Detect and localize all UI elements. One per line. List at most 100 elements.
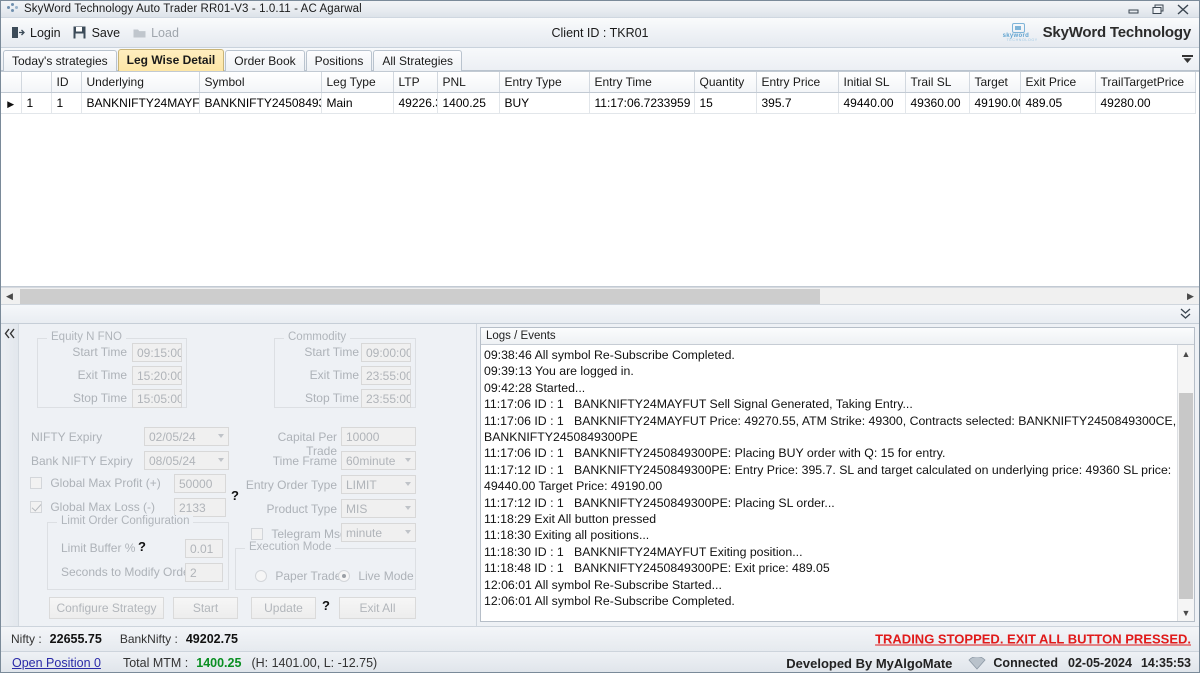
restore-icon[interactable] — [1150, 2, 1166, 17]
col-trail-sl[interactable]: Trail SL — [905, 72, 970, 93]
vscroll-thumb[interactable] — [1179, 393, 1193, 599]
col-id[interactable]: ID — [51, 72, 82, 93]
nifty-expiry-label: NIFTY Expiry — [31, 430, 103, 444]
log-line: 11:18:30 Exiting all positions... — [484, 528, 650, 543]
chevron-down-icon — [405, 482, 411, 486]
title-bar: SkyWord Technology Auto Trader RR01-V3 -… — [1, 1, 1199, 18]
checkbox-box — [30, 477, 42, 489]
start-button[interactable]: Start — [173, 597, 238, 619]
col-target[interactable]: Target — [969, 72, 1021, 93]
tab-todays-strategies[interactable]: Today's strategies — [3, 50, 117, 71]
leg-wise-detail-grid[interactable]: ID Underlying Symbol Leg Type LTP PNL En… — [1, 71, 1199, 287]
chevron-down-icon[interactable] — [1182, 53, 1193, 67]
chevron-double-down-icon[interactable] — [1180, 308, 1191, 323]
time-frame-label: Time Frame — [272, 454, 337, 468]
equity-stop-time-input[interactable]: 15:05:00 — [132, 389, 182, 408]
update-help-icon[interactable]: ? — [322, 598, 330, 613]
tab-leg-wise-detail[interactable]: Leg Wise Detail — [117, 49, 225, 71]
tab-order-book[interactable]: Order Book — [225, 50, 305, 71]
limit-buffer-label: Limit Buffer % — [61, 541, 136, 555]
log-line: 11:18:48 ID : 1 BANKNIFTY2450849300PE: E… — [484, 561, 830, 576]
table-row[interactable]: ▶ 1 1 BANKNIFTY24MAYFUT BANKNIFTY2450849… — [1, 92, 1196, 114]
load-button[interactable]: Load — [128, 23, 187, 43]
logs-vertical-scrollbar[interactable]: ▲ ▼ — [1177, 345, 1194, 621]
telegram-msg-checkbox[interactable]: Telegram Msg — [251, 527, 347, 541]
paper-trade-label: Paper Trade — [275, 569, 342, 583]
window-controls — [1125, 1, 1197, 18]
col-leg-type[interactable]: Leg Type — [321, 72, 394, 93]
hscroll-track[interactable] — [18, 287, 1182, 305]
live-mode-radio[interactable]: Live Mode — [338, 569, 414, 583]
global-max-profit-input[interactable]: 50000 — [174, 474, 226, 493]
login-icon — [11, 26, 25, 40]
update-button[interactable]: Update — [251, 597, 316, 619]
col-entry-time[interactable]: Entry Time — [589, 72, 695, 93]
live-mode-label: Live Mode — [358, 569, 414, 583]
log-line: 12:06:01 All symbol Re-Subscribe Started… — [484, 577, 722, 592]
col-pnl[interactable]: PNL — [437, 72, 500, 93]
col-trail-target-price[interactable]: TrailTargetPrice — [1095, 72, 1196, 93]
col-exit-price[interactable]: Exit Price — [1020, 72, 1096, 93]
paper-trade-radio[interactable]: Paper Trade — [255, 569, 341, 583]
tab-all-strategies[interactable]: All Strategies — [373, 50, 463, 71]
limit-buffer-help-icon[interactable]: ? — [138, 539, 146, 554]
banknifty-expiry-select[interactable]: 08/05/24 — [144, 451, 229, 470]
seconds-modify-input[interactable]: 2 — [185, 563, 223, 582]
strategy-configuration-panel: Equity N FNO Start Time 09:15:00 Exit Ti… — [19, 324, 477, 626]
col-initial-sl[interactable]: Initial SL — [838, 72, 906, 93]
collapse-config-panel-button[interactable] — [1, 324, 19, 626]
col-entry-type[interactable]: Entry Type — [499, 72, 590, 93]
limit-buffer-input[interactable]: 0.01 — [185, 539, 223, 558]
nifty-expiry-select[interactable]: 02/05/24 — [144, 427, 229, 446]
time-frame-select[interactable]: 60minute — [341, 451, 416, 470]
cell-target: 49190.00 — [969, 92, 1021, 114]
tab-positions[interactable]: Positions — [305, 50, 373, 71]
product-type-select[interactable]: MIS — [341, 499, 416, 518]
commodity-exit-time-input[interactable]: 23:55:00 — [361, 366, 411, 385]
equity-start-time-input[interactable]: 09:15:00 — [132, 343, 182, 362]
cell-leg-type: Main — [321, 92, 394, 114]
commodity-stop-time-input[interactable]: 23:55:00 — [361, 389, 411, 408]
banknifty-expiry-label: Bank NIFTY Expiry — [31, 454, 133, 468]
capital-per-trade-input[interactable]: 10000 — [341, 427, 416, 446]
cell-entry-price: 395.7 — [756, 92, 839, 114]
col-underlying[interactable]: Underlying — [81, 72, 200, 93]
scroll-left-icon[interactable]: ◀ — [1, 288, 18, 305]
exit-all-button[interactable]: Exit All — [339, 597, 416, 619]
equity-exit-time-label: Exit Time — [77, 368, 127, 382]
table-header-row: ID Underlying Symbol Leg Type LTP PNL En… — [1, 72, 1196, 93]
telegram-msg-label: Telegram Msg — [271, 527, 347, 541]
global-max-profit-checkbox[interactable]: Global Max Profit (+) — [30, 476, 161, 490]
col-symbol[interactable]: Symbol — [199, 72, 322, 93]
footer-status-bar: Open Position 0 Total MTM : 1400.25 (H: … — [1, 651, 1199, 672]
telegram-interval-select[interactable]: minute — [341, 523, 416, 542]
scroll-up-icon[interactable]: ▲ — [1178, 345, 1194, 362]
equity-exit-time-input[interactable]: 15:20:00 — [132, 366, 182, 385]
global-max-profit-label: Global Max Profit (+) — [50, 476, 161, 490]
col-ltp[interactable]: LTP — [393, 72, 438, 93]
login-button[interactable]: Login — [7, 23, 69, 43]
commodity-start-time-input[interactable]: 09:00:00 — [361, 343, 411, 362]
save-button[interactable]: Save — [69, 23, 129, 43]
logs-body[interactable]: 09:38:46 All symbol Re-Subscribe Complet… — [481, 345, 1194, 621]
close-icon[interactable] — [1175, 2, 1191, 17]
row-selector[interactable]: ▶ — [1, 92, 22, 114]
hscroll-thumb[interactable] — [20, 288, 820, 304]
entry-order-type-select[interactable]: LIMIT — [341, 475, 416, 494]
scroll-down-icon[interactable]: ▼ — [1178, 604, 1194, 621]
application-window: SkyWord Technology Auto Trader RR01-V3 -… — [0, 0, 1200, 673]
minimize-icon[interactable] — [1125, 2, 1141, 17]
col-quantity[interactable]: Quantity — [694, 72, 757, 93]
command-bar: Login Save Load Client ID : TKR01 skywor… — [1, 18, 1199, 48]
configure-strategy-button[interactable]: Configure Strategy — [49, 597, 164, 619]
time-frame-value: 60minute — [346, 454, 396, 468]
panel-splitter[interactable] — [1, 304, 1199, 324]
grid-horizontal-scrollbar[interactable]: ◀ ▶ — [1, 287, 1199, 305]
entry-order-type-label: Entry Order Type — [245, 478, 337, 492]
global-max-loss-checkbox[interactable]: Global Max Loss (-) — [30, 500, 155, 514]
col-entry-price[interactable]: Entry Price — [756, 72, 839, 93]
open-position-link[interactable]: Open Position 0 — [12, 656, 101, 670]
seconds-modify-label: Seconds to Modify Order — [61, 565, 194, 579]
scroll-right-icon[interactable]: ▶ — [1182, 288, 1199, 305]
nifty-label: Nifty : — [11, 632, 42, 646]
